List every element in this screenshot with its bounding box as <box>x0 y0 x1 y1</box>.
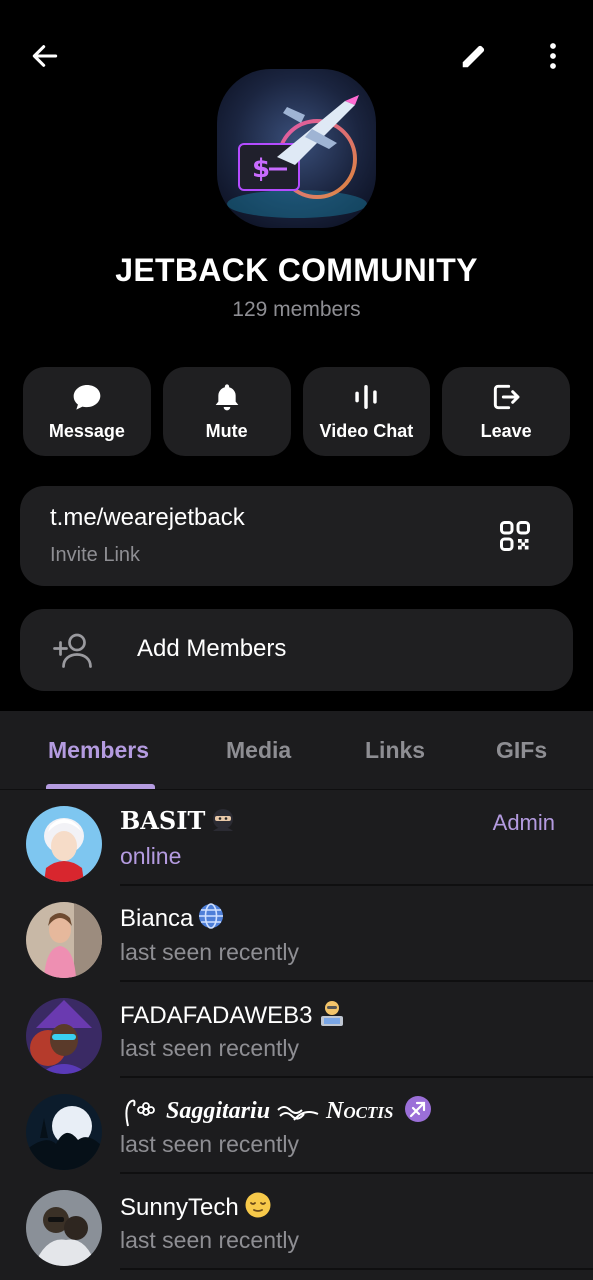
member-name: SunnyTech <box>120 1190 273 1227</box>
tab-links[interactable]: Links <box>365 737 425 764</box>
avatar <box>26 902 102 978</box>
tab-members[interactable]: Members <box>48 737 149 764</box>
svg-text:$: $ <box>252 154 270 184</box>
invite-link-label: Invite Link <box>50 544 141 566</box>
arrow-left-icon <box>32 45 58 67</box>
member-row[interactable]: Bianca last seen recently <box>0 886 593 982</box>
globe-emoji-icon <box>197 902 225 937</box>
message-button[interactable]: Message <box>23 367 151 456</box>
group-title: JETBACK COMMUNITY <box>115 252 478 288</box>
relieved-face-emoji-icon <box>243 1190 273 1227</box>
tab-gifs[interactable]: GIFs <box>496 737 547 764</box>
invite-link-url[interactable]: t.me/wearejetback <box>50 504 245 532</box>
bell-icon <box>215 384 238 411</box>
mute-label: Mute <box>205 421 248 441</box>
decorative-flourish-icon <box>120 1098 166 1126</box>
avatar <box>26 998 102 1074</box>
member-row[interactable]: SunnyTech last seen recently <box>0 1174 593 1270</box>
qr-code-icon <box>500 521 530 551</box>
voice-chat-icon <box>355 385 378 409</box>
member-status: last seen recently <box>120 1131 299 1157</box>
pencil-icon <box>462 45 485 68</box>
add-members-label: Add Members <box>137 635 287 662</box>
sagittarius-emoji-icon <box>403 1094 433 1131</box>
member-status: online <box>120 843 182 869</box>
member-status: last seen recently <box>120 1227 299 1253</box>
member-status: last seen recently <box>120 1035 299 1061</box>
chat-bubble-icon <box>73 385 101 410</box>
qr-code-button[interactable] <box>497 518 533 554</box>
leave-button[interactable]: Leave <box>442 367 570 456</box>
video-chat-label: Video Chat <box>319 421 414 441</box>
divider <box>120 1268 593 1270</box>
more-options-button[interactable] <box>529 32 577 80</box>
more-vertical-icon <box>550 43 556 69</box>
action-row: Message Mute Video Chat Leave <box>23 367 570 456</box>
message-label: Message <box>48 421 125 441</box>
add-person-icon <box>53 630 95 670</box>
member-name: FADAFADAWEB3 <box>120 998 347 1035</box>
leave-label: Leave <box>480 421 532 441</box>
member-row[interactable]: BASIT online Admin <box>0 790 593 886</box>
invite-link-card[interactable]: t.me/wearejetback Invite Link <box>20 486 573 586</box>
avatar <box>26 1094 102 1170</box>
avatar <box>26 1190 102 1266</box>
mute-button[interactable]: Mute <box>162 367 291 456</box>
member-row[interactable]: Saggitariu Noctis last seen recently <box>0 1078 593 1174</box>
back-button[interactable] <box>21 32 69 80</box>
video-chat-button[interactable]: Video Chat <box>302 367 431 456</box>
member-name: Saggitariu Noctis <box>120 1094 433 1131</box>
tab-media[interactable]: Media <box>226 737 291 764</box>
members-panel: Members Media Links GIFs BASIT online Ad… <box>0 711 593 1280</box>
member-count: 129 members <box>232 298 361 321</box>
member-name: BASIT <box>120 806 237 839</box>
tab-bar: Members Media Links GIFs <box>0 711 593 790</box>
member-row[interactable]: FADAFADAWEB3 last seen recently <box>0 982 593 1078</box>
leave-icon <box>493 384 520 410</box>
add-members-button[interactable]: Add Members <box>20 609 573 691</box>
member-role-badge: Admin <box>492 810 555 835</box>
ninja-emoji-icon <box>209 807 237 839</box>
avatar <box>26 806 102 882</box>
member-status: last seen recently <box>120 939 299 965</box>
edit-button[interactable] <box>450 32 498 80</box>
active-tab-indicator <box>46 784 155 789</box>
technologist-emoji-icon <box>317 998 347 1035</box>
group-avatar[interactable]: $ <box>217 69 376 228</box>
wave-flourish-icon <box>276 1098 326 1124</box>
member-name: Bianca <box>120 902 225 937</box>
